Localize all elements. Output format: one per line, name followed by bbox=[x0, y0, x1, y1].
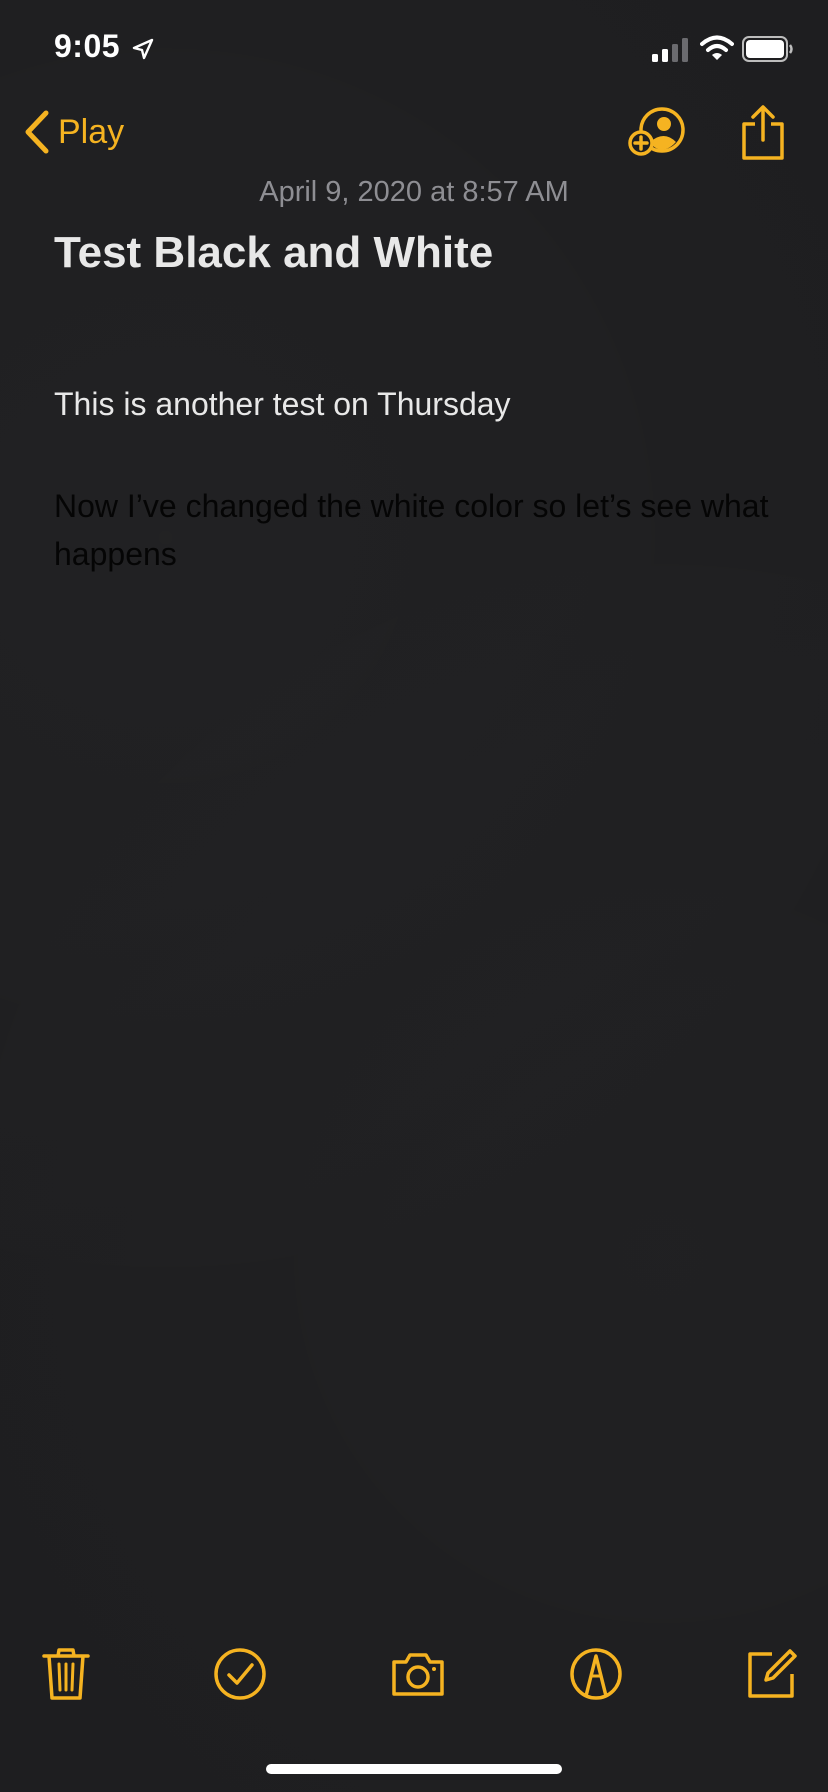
status-bar: 9:05 bbox=[0, 0, 828, 100]
chevron-left-icon bbox=[25, 110, 49, 154]
checklist-button[interactable] bbox=[212, 1646, 268, 1702]
trash-icon bbox=[42, 1648, 90, 1700]
back-button[interactable]: Play bbox=[22, 106, 124, 158]
markup-icon bbox=[570, 1648, 622, 1700]
note-body-line[interactable]: Now I’ve changed the white color so let’… bbox=[54, 482, 774, 578]
home-indicator[interactable] bbox=[266, 1764, 562, 1774]
compose-button[interactable] bbox=[744, 1646, 800, 1702]
location-arrow-icon bbox=[132, 38, 154, 60]
bottom-toolbar bbox=[0, 1646, 828, 1716]
status-time: 9:05 bbox=[54, 28, 121, 64]
markup-button[interactable] bbox=[568, 1646, 624, 1702]
compose-icon bbox=[748, 1649, 797, 1698]
note-date: April 9, 2020 at 8:57 AM bbox=[259, 176, 569, 208]
delete-button[interactable] bbox=[38, 1646, 94, 1702]
battery-icon bbox=[742, 36, 793, 62]
wifi-icon bbox=[700, 35, 734, 60]
camera-icon bbox=[392, 1653, 444, 1696]
notes-screen: 9:05 Play April 9, 2020 at 8:57 AM Test … bbox=[0, 0, 828, 1792]
checklist-icon bbox=[214, 1648, 266, 1700]
note-title[interactable]: Test Black and White bbox=[54, 228, 493, 278]
camera-button[interactable] bbox=[390, 1646, 446, 1702]
cellular-signal-icon bbox=[652, 38, 688, 62]
back-button-label: Play bbox=[58, 112, 125, 151]
share-icon[interactable] bbox=[740, 104, 786, 162]
note-body-line[interactable]: This is another test on Thursday bbox=[54, 386, 511, 423]
add-person-icon[interactable] bbox=[628, 106, 688, 158]
